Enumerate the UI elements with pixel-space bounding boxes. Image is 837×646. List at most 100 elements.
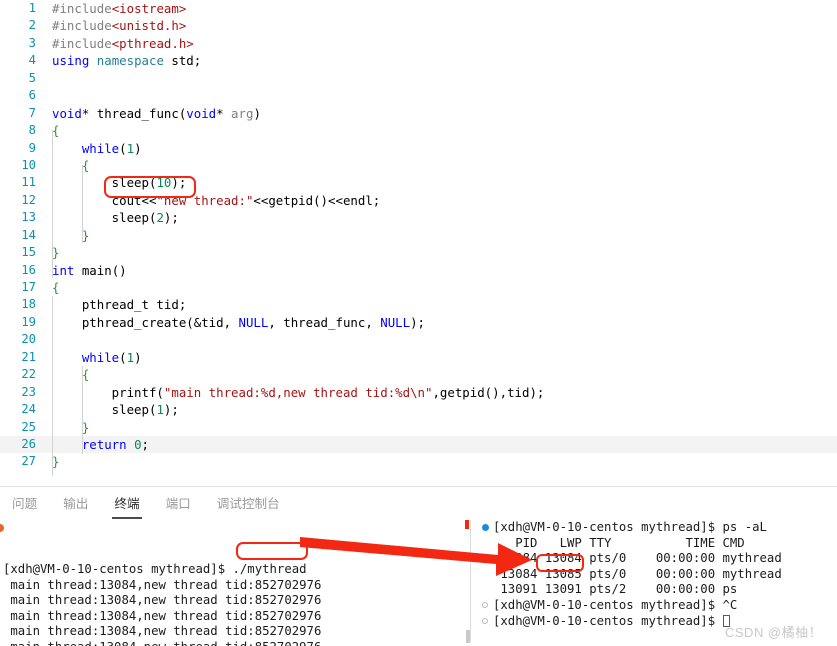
code-line[interactable]: 7 void* thread_func(void* arg) [0,105,837,122]
line-number: 16 [21,262,36,277]
terminal-line: main thread:13084,new thread tid:8527029… [3,593,466,609]
line-number: 14 [21,227,36,242]
code-line-text: pthread_create(&tid, NULL, thread_func, … [52,314,426,330]
terminal-line-text: main thread:13084,new thread tid:8527029… [3,608,322,623]
line-number: 23 [21,384,36,399]
line-number: 8 [28,123,36,138]
code-line[interactable]: 6 [0,87,837,104]
code-line[interactable]: 10 { [0,157,837,174]
code-line[interactable]: 27} [0,453,837,470]
code-line[interactable]: 14 } [0,227,837,244]
code-line-text: #include<unistd.h> [52,18,187,34]
code-line-text: sleep(10); [52,175,187,191]
code-line-text: { [52,123,60,139]
line-number: 13 [21,210,36,225]
panel-tab-bar[interactable]: 问题 输出 终端 端口 调试控制台 [0,487,837,520]
panel-tab-1[interactable]: 输出 [61,488,90,519]
panel-tab-4[interactable]: 调试控制台 [215,488,282,519]
line-number: 25 [21,419,36,434]
code-line[interactable]: 19 pthread_create(&tid, NULL, thread_fun… [0,314,837,331]
code-line-text: int main() [52,262,127,278]
code-line-text: sleep(2); [52,210,179,226]
terminal-left-pane[interactable]: [xdh@VM-0-10-centos mythread]$ ./mythrea… [0,520,466,646]
code-lines-container[interactable]: 1 #include<iostream> 2 #include<unistd.h> 3 #… [0,0,837,471]
line-number: 10 [21,157,36,172]
indent-guide [52,130,53,278]
code-line[interactable]: 13 sleep(2); [0,209,837,226]
code-line[interactable]: 12 cout<<"new thread:"<<getpid()<<endl; [0,192,837,209]
line-number: 27 [21,454,36,469]
code-line[interactable]: 18 pthread_t tid; [0,296,837,313]
terminal-line-text: main thread:13084,new thread tid:8527029… [3,624,322,639]
code-line[interactable]: 5 [0,70,837,87]
line-number: 11 [21,175,36,190]
indent-guide [82,165,83,243]
line-number: 5 [28,70,36,85]
code-line[interactable]: 8{ [0,122,837,139]
terminal-line: 13091 13091 pts/2 00:00:00 ps [493,582,837,598]
panel-tab-0[interactable]: 问题 [10,488,39,519]
code-line[interactable]: 21 while(1) [0,349,837,366]
terminal-left-command-bullet [0,524,4,532]
code-editor[interactable]: 1 #include<iostream> 2 #include<unistd.h> 3 #… [0,0,837,487]
code-line[interactable]: 23 printf("main thread:%d,new thread tid… [0,384,837,401]
terminal-line-text: main thread:13084,new thread tid:8527029… [3,577,322,592]
code-line[interactable]: 16 int main() [0,262,837,279]
terminal-line-text: 13084 13084 pts/0 00:00:00 mythread [493,551,782,566]
line-number: 2 [28,18,36,33]
line-number: 1 [28,1,36,15]
panel-tab-3[interactable]: 端口 [164,488,193,519]
line-number: 18 [21,297,36,312]
code-line[interactable]: 9 while(1) [0,140,837,157]
terminal-line-text: [xdh@VM-0-10-centos mythread]$ ^C [493,597,738,612]
terminal-line-text: 13084 13085 pts/0 00:00:00 mythread [493,566,782,581]
code-line[interactable]: 17 { [0,279,837,296]
code-line[interactable]: 4 using namespace std; [0,52,837,69]
code-line[interactable]: 15} [0,244,837,261]
terminal-bullet-icon [482,601,488,608]
line-number: 26 [21,436,36,451]
terminal-line: 13084 13085 pts/0 00:00:00 mythread [493,567,837,583]
code-line-text: #include<pthread.h> [52,35,194,51]
code-line-text: } [81,419,90,435]
terminal-area[interactable]: [xdh@VM-0-10-centos mythread]$ ./mythrea… [0,520,837,646]
code-line-text: } [52,454,60,470]
bottom-panel[interactable]: 问题 输出 终端 端口 调试控制台 [xdh@VM-0-10-centos mythre… [0,487,837,646]
indent-guide [82,366,83,454]
code-line[interactable]: 26 return 0; [0,435,837,454]
line-number: 19 [21,314,36,329]
panel-tab-2[interactable]: 终端 [112,488,142,519]
code-line-text: return 0; [81,436,150,452]
code-line-text: while(1) [81,140,142,156]
code-line[interactable]: 25 } [0,419,837,436]
terminal-line: main thread:13084,new thread tid:8527029… [3,609,466,625]
code-line[interactable]: 11 sleep(10); [0,174,837,191]
code-line-text: #include<iostream> [52,1,187,16]
line-number: 6 [28,88,36,103]
terminal-line-text: 13091 13091 pts/2 00:00:00 ps [493,582,738,597]
terminal-line: 13084 13084 pts/0 00:00:00 mythread [493,551,837,567]
terminal-line: PID LWP TTY TIME CMD [493,536,837,552]
code-line-text: } [52,245,60,261]
code-line-text: void* thread_func(void* arg) [52,105,261,121]
code-line[interactable]: 24 sleep(1); [0,401,837,418]
code-line[interactable]: 1 #include<iostream> [0,0,837,17]
line-number: 24 [21,402,36,417]
code-line[interactable]: 2 #include<unistd.h> [0,17,837,34]
terminal-scroll-indicator[interactable] [466,630,470,643]
indent-guide [52,296,53,476]
code-line[interactable]: 22 { [0,366,837,383]
line-number: 12 [21,192,36,207]
terminal-line-text: main thread:13084,new thread tid:8527029… [3,640,321,646]
terminal-line: [xdh@VM-0-10-centos mythread]$ ps -aL [482,520,837,536]
line-number: 22 [21,367,36,382]
screenshot-root: 1 #include<iostream> 2 #include<unistd.h> 3 #… [0,0,837,646]
code-line-text: { [81,367,90,383]
code-line[interactable]: 3 #include<pthread.h> [0,35,837,52]
terminal-bullet-icon [482,617,488,624]
terminal-line-text: [xdh@VM-0-10-centos mythread]$ [493,613,723,628]
code-line[interactable]: 20 [0,331,837,348]
line-number: 4 [28,53,36,68]
code-line-text: printf("main thread:%d,new thread tid:%d… [52,384,545,400]
code-line-text: pthread_t tid; [52,297,187,313]
